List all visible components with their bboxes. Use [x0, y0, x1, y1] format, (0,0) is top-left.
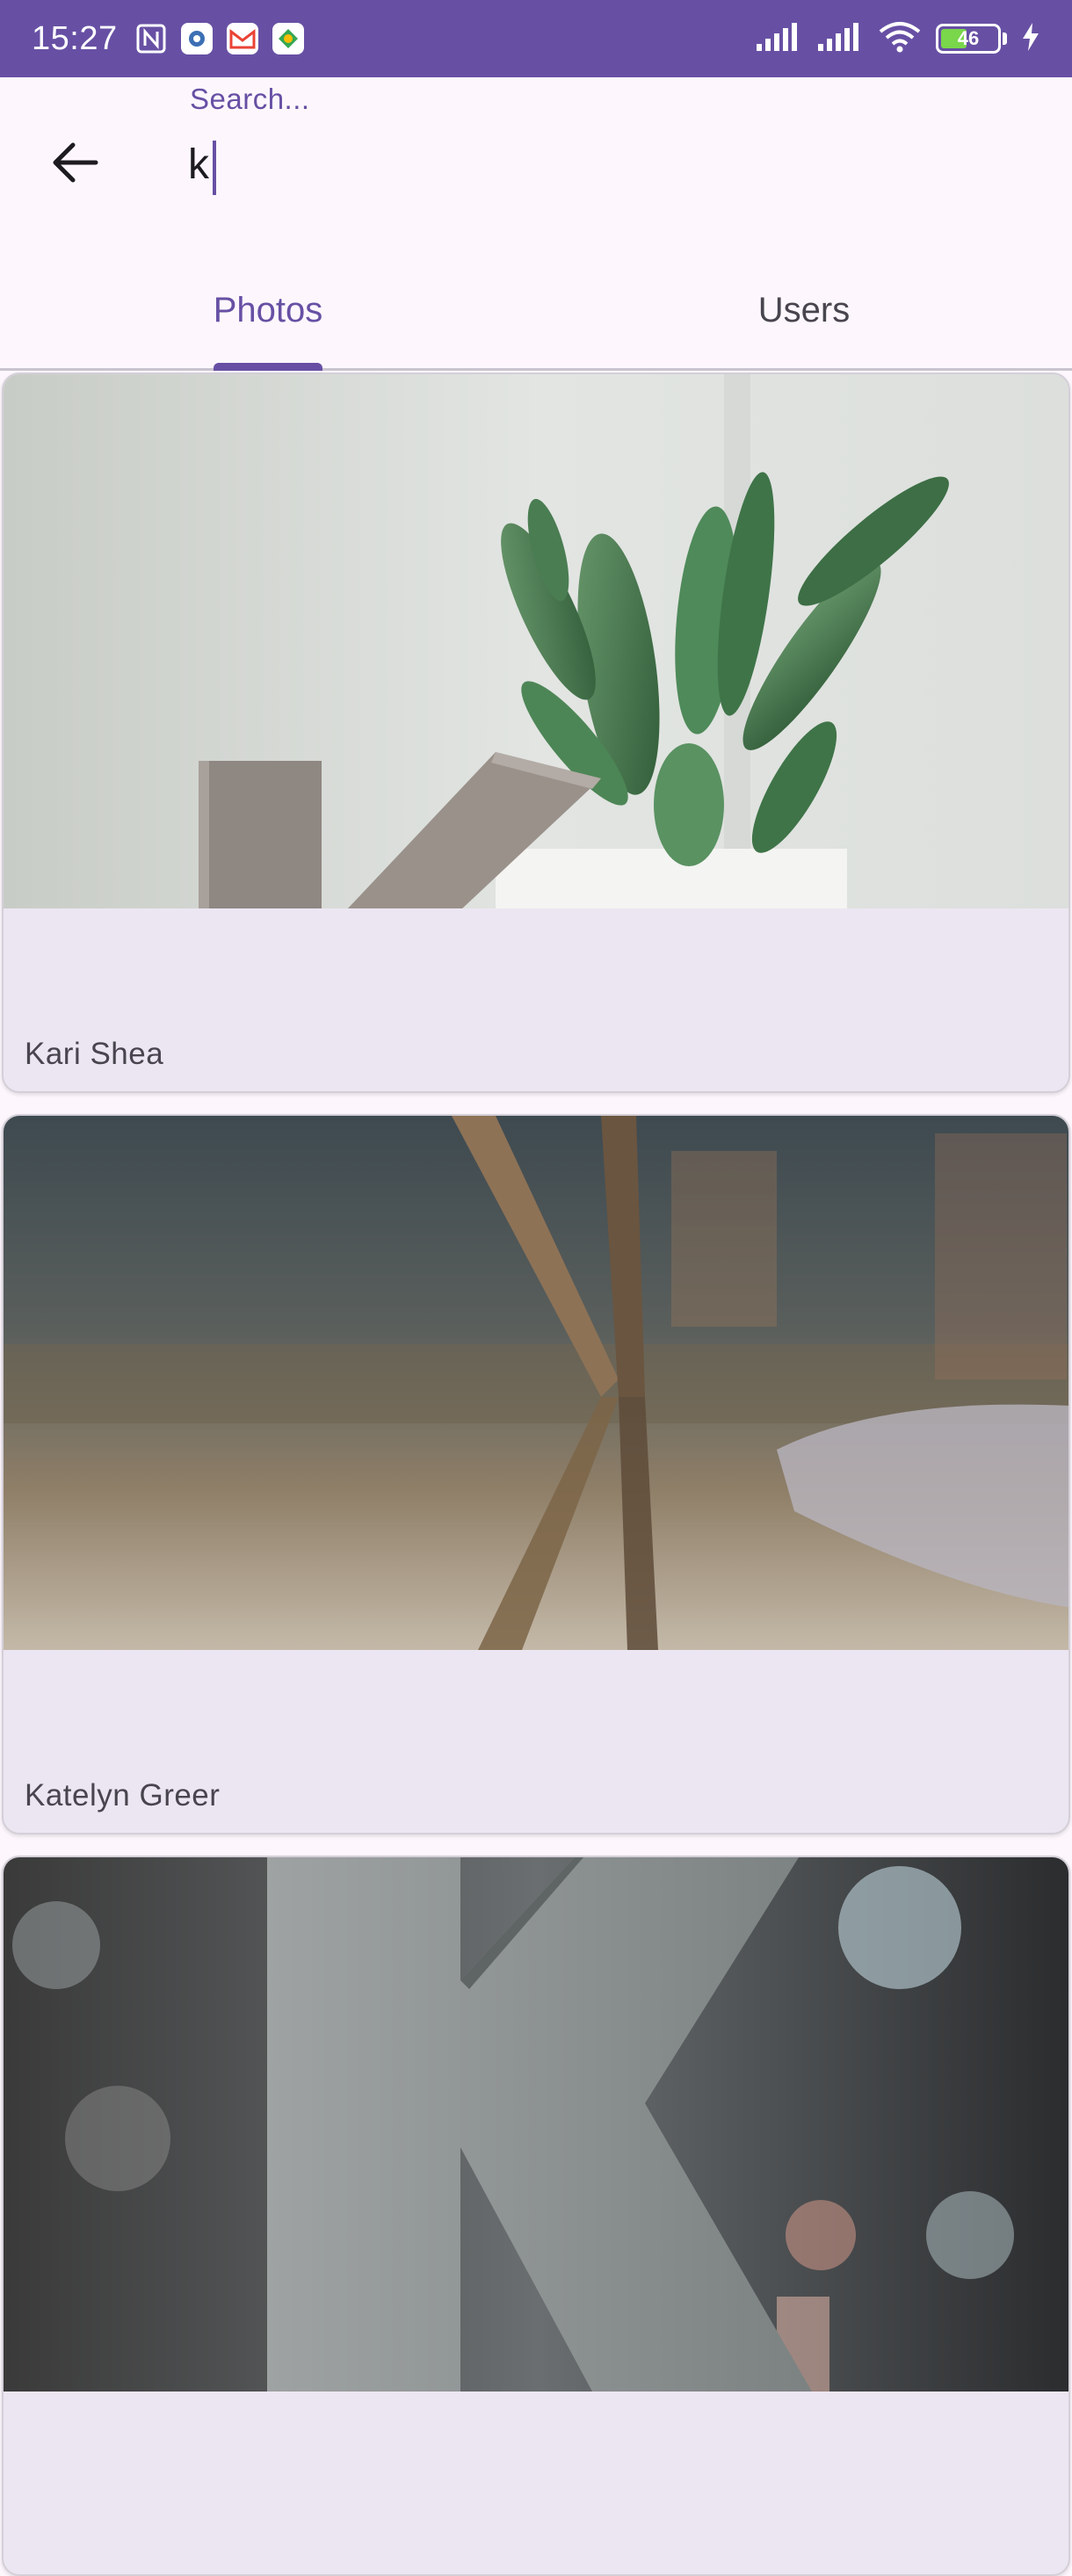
- status-indicators: 46: [755, 21, 1040, 57]
- nfc-icon: [135, 23, 167, 54]
- signal-icon-2: [816, 22, 864, 55]
- tab-users[interactable]: Users: [536, 253, 1072, 368]
- status-bar: 15:27 46: [0, 0, 1072, 77]
- photo-card[interactable]: Katelyn Greer: [2, 1114, 1070, 1834]
- photo-image: [4, 374, 1068, 908]
- battery-icon: 46: [936, 24, 1007, 54]
- gmail-icon: [226, 23, 258, 54]
- photo-author: Katelyn Greer: [25, 1778, 221, 1813]
- wifi-icon: [878, 21, 922, 57]
- photo-card[interactable]: [2, 1856, 1070, 2576]
- settings-app-icon: [180, 23, 213, 54]
- notification-icons: [135, 23, 304, 54]
- app-store-icon: [272, 23, 304, 54]
- tab-users-label: Users: [757, 291, 851, 329]
- arrow-back-icon: [53, 142, 98, 183]
- back-button[interactable]: [44, 132, 105, 193]
- charging-icon: [1021, 22, 1040, 56]
- tab-photos-label: Photos: [213, 291, 323, 329]
- battery-level: 46: [957, 27, 980, 49]
- tab-bar: Photos Users: [0, 253, 1072, 371]
- photo-image: [4, 1116, 1068, 1650]
- status-time: 15:27: [32, 19, 118, 57]
- photo-author: Kari Shea: [25, 1037, 164, 1071]
- tab-indicator: [214, 363, 322, 371]
- photo-image: [4, 1857, 1068, 2391]
- tab-photos[interactable]: Photos: [0, 253, 536, 368]
- search-label: Search...: [190, 83, 310, 115]
- search-input[interactable]: [188, 134, 979, 195]
- photo-card[interactable]: Kari Shea: [2, 373, 1070, 1093]
- text-cursor: [213, 141, 216, 195]
- signal-icon: [755, 22, 802, 55]
